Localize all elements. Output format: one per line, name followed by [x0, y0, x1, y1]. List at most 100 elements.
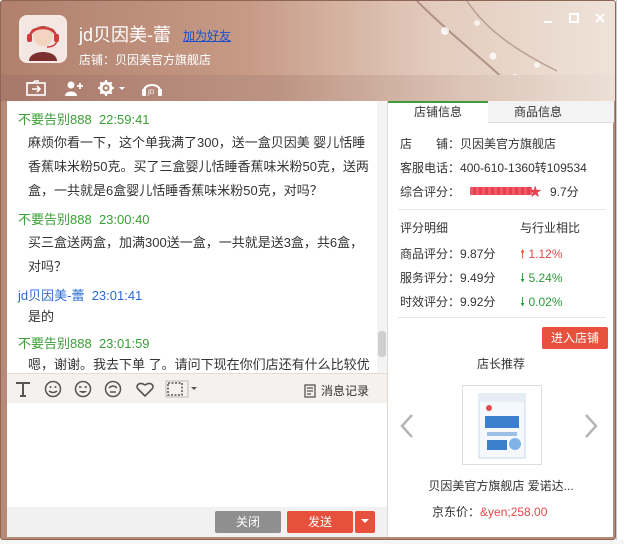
- message-line: 麻烦你看一下，这个单我满了300，送一盒贝因美 婴儿恬睡: [28, 135, 366, 150]
- arrow-down-icon: 🠗: [520, 295, 526, 309]
- send-options-button[interactable]: [355, 511, 375, 533]
- price-value: &yen;258.00: [480, 505, 548, 519]
- arrow-down-icon: 🠗: [520, 271, 526, 285]
- score-label: 时效评分：: [400, 295, 461, 309]
- maximize-icon: [569, 13, 579, 23]
- compare-product: 🠕 1.12%: [520, 245, 563, 266]
- price-label: 京东价：: [432, 505, 481, 519]
- arrow-up-icon: 🠕: [520, 247, 526, 261]
- sender-name: 不要告别888: [18, 336, 92, 351]
- message-time: 22:59:41: [98, 112, 150, 127]
- message-line: 是的: [28, 309, 55, 324]
- sender-name: 不要告别888: [18, 112, 92, 127]
- chat-history: 不要告别888 22:59:41 麻烦你看一下，这个单我满了300，送一盒贝因美…: [7, 101, 387, 373]
- add-contact-icon[interactable]: [63, 79, 85, 97]
- message-line: 盒，一共就是6盒婴儿恬睡香蕉味米粉50克，对吗？: [28, 183, 323, 198]
- chat-scrollbar[interactable]: [377, 101, 387, 373]
- recommend-title: 店长推荐: [476, 357, 525, 371]
- compare-service: 🠗 5.24%: [520, 269, 563, 290]
- sender-name: 不要告别888: [18, 212, 92, 227]
- send-button[interactable]: 发送: [287, 511, 353, 533]
- emoji-icon[interactable]: [43, 380, 63, 398]
- input-toolbar: 消息记录: [7, 373, 387, 403]
- message-line: 对吗？: [28, 259, 68, 274]
- divider: [398, 209, 606, 210]
- input-footer: 关闭 发送: [7, 507, 387, 537]
- product-price: 京东价：&yen;258.00: [432, 503, 547, 520]
- overall-score-row: 综合评分： ★ 9.7分: [400, 183, 610, 201]
- carousel-prev-button[interactable]: [400, 413, 414, 446]
- close-button[interactable]: 关闭: [215, 511, 281, 533]
- compare-pct: 1.12%: [528, 247, 563, 261]
- shop-info-panel: 店铺信息 商品信息 店 铺：贝因美官方旗舰店 客服电话：400-610-1360…: [387, 101, 614, 537]
- score-value: 9.87分: [460, 247, 496, 261]
- minimize-button[interactable]: [541, 11, 555, 25]
- score-row-delivery: 时效评分：9.92分: [400, 293, 495, 310]
- phone-row: 客服电话：400-610-1360转109534: [400, 159, 587, 176]
- chat-window: jd贝因美-蕾 加为好友 店铺：贝因美官方旗舰店 JD 不要告别888 22:5…: [0, 0, 616, 540]
- compare-pct: 5.24%: [528, 271, 563, 285]
- enter-shop-button[interactable]: 进入店铺: [542, 327, 608, 349]
- milk-powder-can-image: [478, 393, 526, 459]
- message-time: 23:01:41: [91, 288, 143, 303]
- star-icon: ★: [528, 184, 543, 201]
- message-header: jd贝因美-蕾 23:01:41: [18, 285, 142, 304]
- message-line: 香蕉味米粉50克。买了三盒婴儿恬睡香蕉味米粉50克，送两: [28, 159, 369, 174]
- sticker-face-icon[interactable]: [73, 380, 93, 398]
- product-name-link[interactable]: 贝因美官方旗舰店 爱诺达...: [388, 477, 614, 494]
- chevron-down-icon: [361, 519, 369, 523]
- overall-label: 综合评分：: [400, 185, 461, 199]
- maximize-button[interactable]: [567, 11, 581, 25]
- background-window-edge-bottom: [0, 540, 624, 544]
- close-icon: [595, 13, 605, 23]
- font-icon[interactable]: [13, 380, 33, 398]
- compare-header: 与行业相比: [520, 221, 581, 235]
- minimize-icon: [544, 21, 552, 23]
- scrollbar-thumb[interactable]: [378, 331, 386, 357]
- message-header: 不要告别888 22:59:41: [18, 109, 150, 128]
- shop-name: 店铺：贝因美官方旗舰店: [79, 53, 212, 67]
- screenshot-icon[interactable]: [165, 380, 201, 398]
- score-detail-header: 评分明细: [400, 221, 449, 235]
- avatar[interactable]: [19, 15, 67, 63]
- message-input[interactable]: [7, 403, 387, 507]
- background-window-edge: [616, 0, 624, 544]
- message-header: 不要告别888 23:00:40: [18, 209, 150, 228]
- message-history-button[interactable]: 消息记录: [303, 382, 369, 399]
- sender-name: jd贝因美-蕾: [18, 288, 85, 303]
- message-body: 是的: [28, 305, 373, 329]
- contact-name: jd贝因美-蕾: [79, 25, 172, 45]
- chevron-left-icon: [400, 414, 413, 438]
- product-image[interactable]: [462, 385, 542, 465]
- shop-value: 贝因美官方旗舰店: [460, 137, 557, 151]
- carousel-next-button[interactable]: [584, 413, 598, 446]
- message-body: 买三盒送两盒，加满300送一盒，一共就是送3盒，共6盒， 对吗？: [28, 231, 373, 279]
- shop-row: 店 铺：贝因美官方旗舰店: [400, 135, 556, 152]
- panel-tabs: 店铺信息 商品信息: [388, 101, 614, 123]
- tab-product-info[interactable]: 商品信息: [488, 101, 588, 123]
- score-value: 9.49分: [460, 271, 496, 285]
- history-log-icon: [304, 383, 316, 398]
- add-friend-link[interactable]: 加为好友: [183, 27, 231, 44]
- shop-coupon-icon[interactable]: [103, 380, 123, 398]
- message-line: 嗯，谢谢。我去下单 了。请问下现在你们店还有什么比较优: [28, 357, 370, 372]
- score-value: 9.92分: [460, 295, 496, 309]
- overall-score-bar: [470, 187, 532, 195]
- score-row-service: 服务评分：9.49分: [400, 269, 495, 286]
- settings-gear-icon[interactable]: [97, 79, 127, 97]
- file-transfer-icon[interactable]: [25, 79, 47, 97]
- chat-toolbar: JD: [1, 75, 615, 101]
- service-agent-icon: [27, 26, 59, 61]
- close-window-button[interactable]: [593, 11, 607, 25]
- svg-text:JD: JD: [147, 89, 155, 96]
- heart-icon[interactable]: [135, 380, 155, 398]
- compare-delivery: 🠗 0.02%: [520, 293, 563, 314]
- phone-value: 400-610-1360转109534: [460, 161, 587, 175]
- phone-label: 客服电话：: [400, 161, 461, 175]
- tab-shop-info[interactable]: 店铺信息: [388, 101, 488, 123]
- shop-label: 店 铺：: [400, 137, 461, 151]
- window-header: jd贝因美-蕾 加为好友 店铺：贝因美官方旗舰店: [1, 1, 615, 101]
- score-row-product: 商品评分：9.87分: [400, 245, 495, 262]
- jd-service-icon[interactable]: JD: [141, 79, 163, 97]
- compare-pct: 0.02%: [528, 295, 563, 309]
